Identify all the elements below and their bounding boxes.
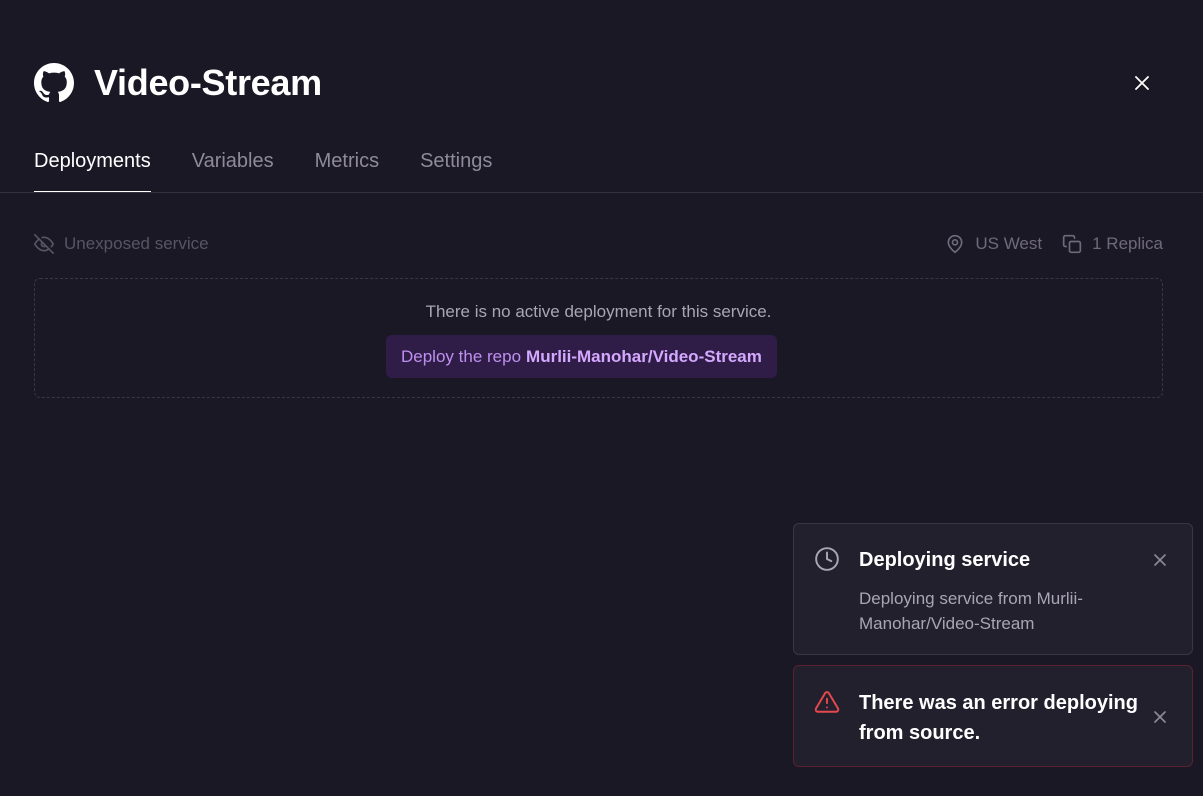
tab-divider <box>0 192 1203 193</box>
exposure-label: Unexposed service <box>64 234 209 253</box>
close-button[interactable] <box>1128 69 1156 97</box>
toast-close-button[interactable] <box>1150 707 1170 727</box>
replica-label: 1 Replica <box>1092 234 1163 253</box>
close-icon <box>1154 554 1166 566</box>
close-icon <box>1135 76 1149 90</box>
toast-error: There was an error deploying from source… <box>793 665 1193 767</box>
toast-deploying: Deploying service Deploying service from… <box>793 523 1193 655</box>
eye-off-icon <box>34 234 54 254</box>
tab-settings[interactable]: Settings <box>420 140 492 193</box>
service-meta: US West 1 Replica <box>945 234 1163 254</box>
replica-info: 1 Replica <box>1062 234 1163 254</box>
deployment-empty-state: There is no active deployment for this s… <box>34 278 1163 398</box>
service-panel: Video-Stream Deployments Variables Metri… <box>0 0 1203 796</box>
toast-close-button[interactable] <box>1150 550 1170 570</box>
toast-body: Deploying service from Murlii-Manohar/Vi… <box>859 589 1083 633</box>
tab-deployments[interactable]: Deployments <box>34 140 151 193</box>
tab-bar: Deployments Variables Metrics Settings <box>34 140 533 193</box>
toast-title: There was an error deploying from source… <box>859 692 1138 744</box>
deploy-prefix: Deploy the repo <box>401 346 522 366</box>
panel-header: Video-Stream <box>34 61 322 105</box>
clock-icon <box>814 546 840 577</box>
github-icon <box>34 63 74 103</box>
tab-metrics[interactable]: Metrics <box>315 140 379 193</box>
toast-title: Deploying service <box>859 549 1031 571</box>
warning-triangle-icon <box>814 689 840 720</box>
map-pin-icon <box>947 234 963 254</box>
deploy-repo-button[interactable]: Deploy the repo Murlii-Manohar/Video-Str… <box>386 335 777 378</box>
copy-icon <box>1062 234 1082 254</box>
exposure-status: Unexposed service <box>34 234 209 254</box>
tab-variables[interactable]: Variables <box>192 140 274 193</box>
page-title: Video-Stream <box>94 62 322 103</box>
close-icon <box>1154 711 1166 723</box>
repo-name: Murlii-Manohar/Video-Stream <box>526 346 762 366</box>
region-label: US West <box>975 234 1043 253</box>
empty-deployment-message: There is no active deployment for this s… <box>425 302 772 321</box>
region-info: US West <box>945 234 1042 254</box>
